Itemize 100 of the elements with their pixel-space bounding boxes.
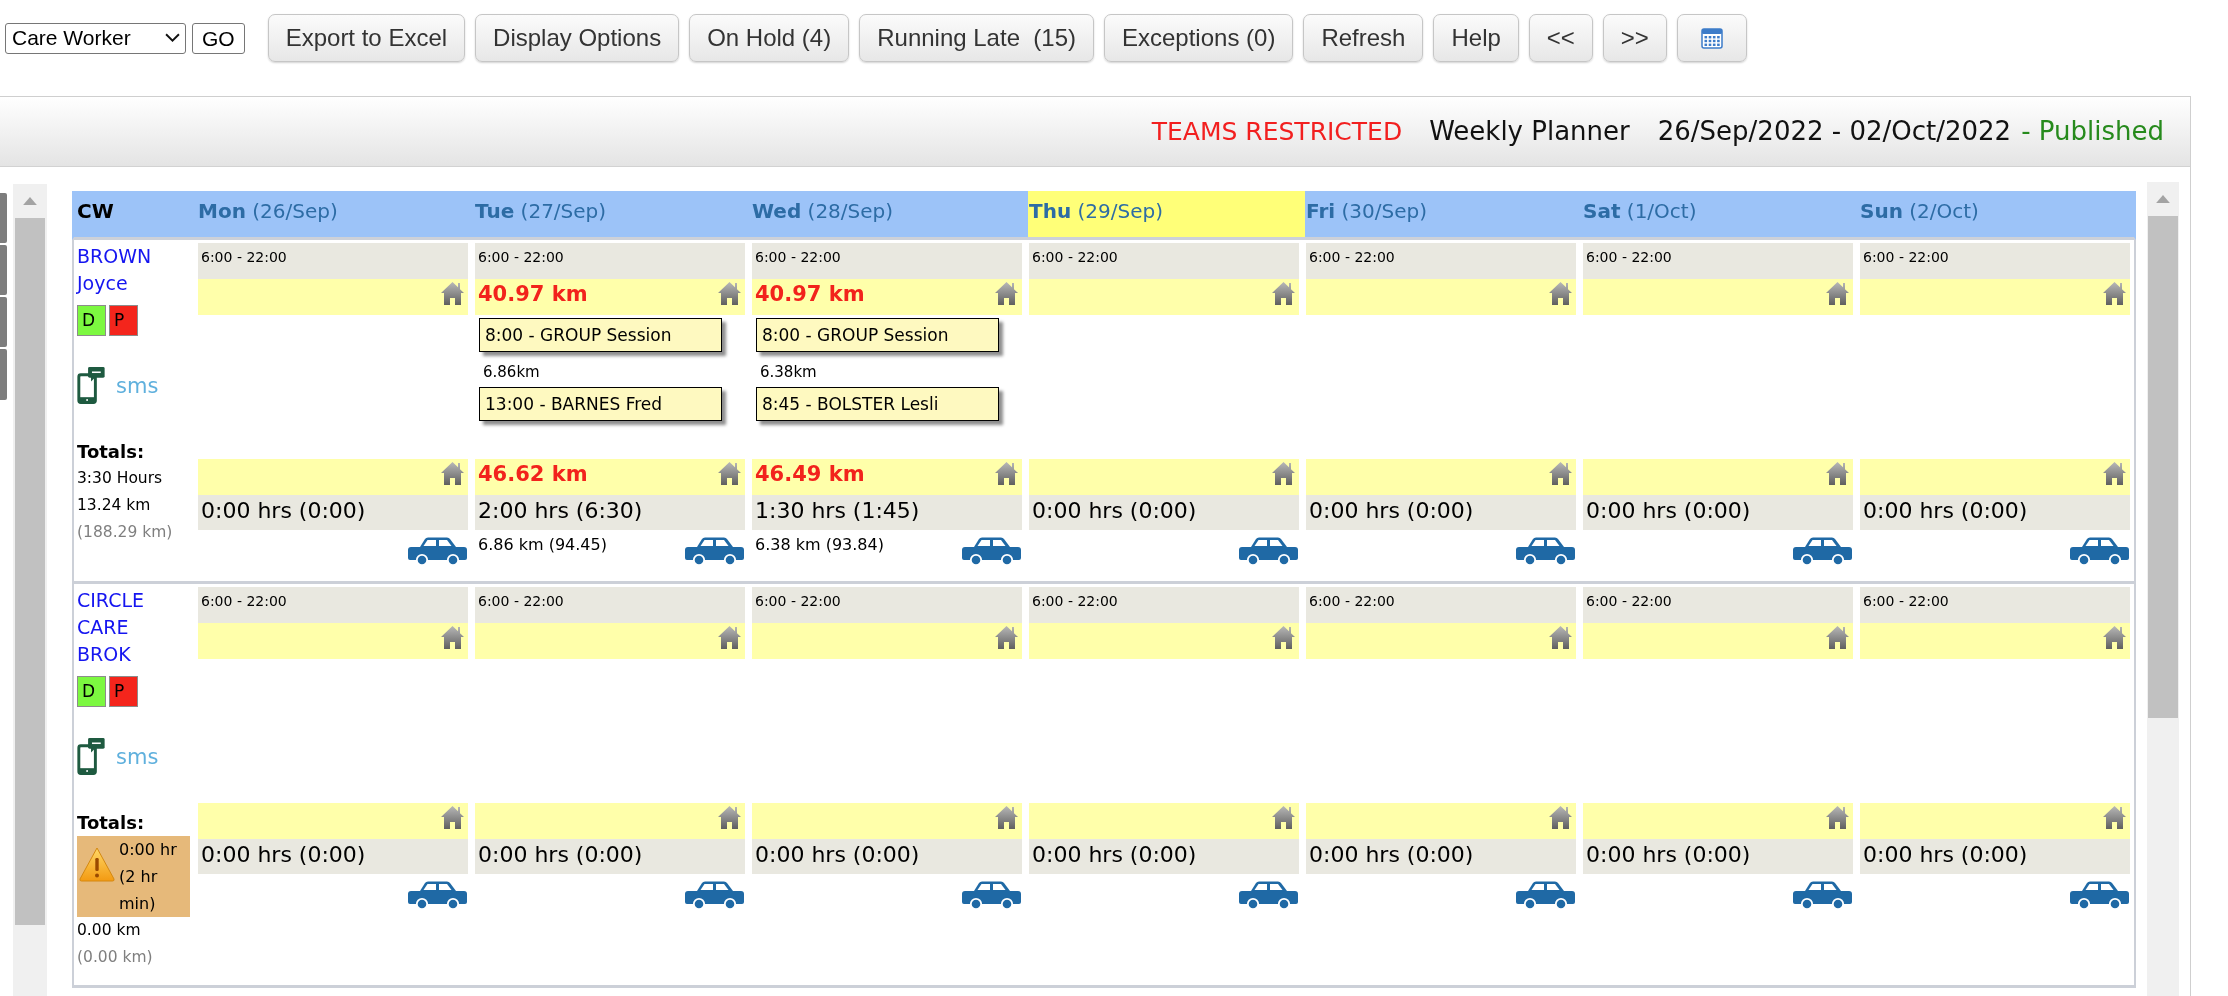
house-icon (1271, 804, 1296, 830)
distance-label: 40.97 km (754, 281, 865, 308)
phone-message-icon (77, 367, 105, 404)
shift-bar: 6:00 - 22:00 (1306, 243, 1576, 279)
vertical-scrollbar[interactable] (13, 184, 47, 996)
publish-status: - Published (2021, 115, 2164, 148)
visit-card[interactable]: 8:45 - BOLSTER Lesli (756, 387, 999, 421)
edge-tab[interactable] (0, 297, 7, 347)
toolbar-button[interactable]: Help (1433, 14, 1519, 62)
house-icon (440, 624, 465, 650)
total-hours: 3:30 Hours (77, 468, 163, 489)
car-icon (2069, 536, 2130, 566)
scrollbar-thumb[interactable] (15, 218, 45, 925)
travel-total: 6.38 km (93.84) (754, 535, 884, 555)
house-icon (1548, 460, 1573, 486)
house-icon (994, 460, 1019, 486)
shift-bar: 6:00 - 22:00 (475, 587, 745, 623)
planner-title: Weekly Planner (1429, 115, 1630, 148)
daily-hours-bar: 0:00 hrs (0:00) (752, 839, 1022, 874)
travel-total: 6.86 km (94.45) (477, 535, 607, 555)
house-icon (1548, 280, 1573, 306)
edge-tab[interactable] (0, 193, 7, 243)
shift-bar: 6:00 - 22:00 (1860, 587, 2130, 623)
shift-bar: 6:00 - 22:00 (752, 243, 1022, 279)
daily-hours-bar: 0:00 hrs (0:00) (1860, 495, 2130, 530)
car-icon (961, 536, 1022, 566)
shift-bar: 6:00 - 22:00 (1029, 587, 1299, 623)
chevron-down-icon (165, 33, 180, 43)
scroll-up-arrow-icon (2156, 195, 2170, 203)
date-range: 26/Sep/2022 - 02/Oct/2022 (1657, 115, 2012, 148)
worker-name-link[interactable]: BROWN Joyce (77, 243, 177, 297)
warning-icon (79, 846, 115, 882)
house-icon (717, 804, 742, 830)
toolbar-button[interactable]: Refresh (1303, 14, 1424, 62)
total-hours: 0:00 hr (2 hr min) (119, 839, 178, 915)
house-icon (1825, 280, 1850, 306)
toolbar-button[interactable]: << (1528, 14, 1593, 62)
status-badge[interactable]: P (109, 676, 138, 707)
shift-bar: 6:00 - 22:00 (198, 243, 468, 279)
car-icon (1515, 880, 1576, 910)
toolbar-button[interactable]: Running Late (15) (859, 14, 1094, 62)
car-icon (1792, 536, 1853, 566)
toolbar-button[interactable]: Exceptions (0) (1104, 14, 1294, 62)
house-icon (2102, 280, 2127, 306)
daily-hours-bar: 1:30 hrs (1:45) (752, 495, 1022, 530)
daily-hours-bar: 0:00 hrs (0:00) (475, 839, 745, 874)
scrollbar-thumb[interactable] (2148, 216, 2178, 718)
edge-tab[interactable] (0, 349, 7, 400)
toolbar-button[interactable]: Export to Excel (267, 14, 466, 62)
shift-bar: 6:00 - 22:00 (752, 587, 1022, 623)
daily-hours-bar: 0:00 hrs (0:00) (1306, 839, 1576, 874)
visit-card[interactable]: 8:00 - GROUP Session (756, 318, 999, 352)
distance-label: 46.62 km (477, 461, 588, 488)
shift-bar: 6:00 - 22:00 (198, 587, 468, 623)
distance-label: 40.97 km (477, 281, 588, 308)
daily-hours-bar: 0:00 hrs (0:00) (198, 495, 468, 530)
house-icon (1548, 624, 1573, 650)
car-icon (1238, 880, 1299, 910)
house-icon (440, 804, 465, 830)
visit-card[interactable]: 8:00 - GROUP Session (479, 318, 722, 352)
shift-bar: 6:00 - 22:00 (475, 243, 745, 279)
house-icon (1825, 624, 1850, 650)
car-icon (684, 536, 745, 566)
daily-hours-bar: 0:00 hrs (0:00) (198, 839, 468, 874)
total-distance: 13.24 km (77, 495, 151, 516)
daily-hours-bar: 0:00 hrs (0:00) (1029, 839, 1299, 874)
vertical-scrollbar[interactable] (2147, 182, 2179, 996)
daily-hours-bar: 0:00 hrs (0:00) (1029, 495, 1299, 530)
car-icon (684, 880, 745, 910)
status-badge[interactable]: P (109, 305, 138, 336)
daily-hours-bar: 0:00 hrs (0:00) (1583, 495, 1853, 530)
car-icon (1515, 536, 1576, 566)
view-select[interactable]: Care Worker (5, 22, 186, 54)
house-icon (1548, 804, 1573, 830)
car-icon (961, 880, 1022, 910)
toolbar-button[interactable]: Display Options (475, 14, 680, 62)
status-badge[interactable]: D (77, 305, 106, 336)
shift-bar: 6:00 - 22:00 (1306, 587, 1576, 623)
totals-label: Totals: (77, 811, 145, 835)
car-icon (1792, 880, 1853, 910)
worker-name-link[interactable]: CIRCLE CARE BROK (77, 587, 177, 668)
toolbar-button[interactable]: On Hold (4) (689, 14, 850, 62)
calendar-button[interactable] (1676, 14, 1747, 62)
day-header[interactable]: Thu (29/Sep) (1028, 191, 1305, 237)
scroll-up-arrow-icon (23, 197, 37, 205)
total-distance: 0.00 km (77, 920, 141, 941)
house-icon (1271, 460, 1296, 486)
phone-message-icon (77, 738, 105, 775)
house-icon (717, 460, 742, 486)
edge-tab[interactable] (0, 245, 7, 295)
toolbar-button[interactable]: >> (1602, 14, 1667, 62)
house-icon (994, 280, 1019, 306)
house-icon (2102, 624, 2127, 650)
travel-distance: 6.38km (760, 362, 817, 382)
visit-card[interactable]: 13:00 - BARNES Fred (479, 387, 722, 421)
house-icon (440, 280, 465, 306)
house-icon (994, 804, 1019, 830)
status-badge[interactable]: D (77, 676, 106, 707)
go-button[interactable]: GO (192, 22, 245, 54)
daily-hours-bar: 0:00 hrs (0:00) (1860, 839, 2130, 874)
